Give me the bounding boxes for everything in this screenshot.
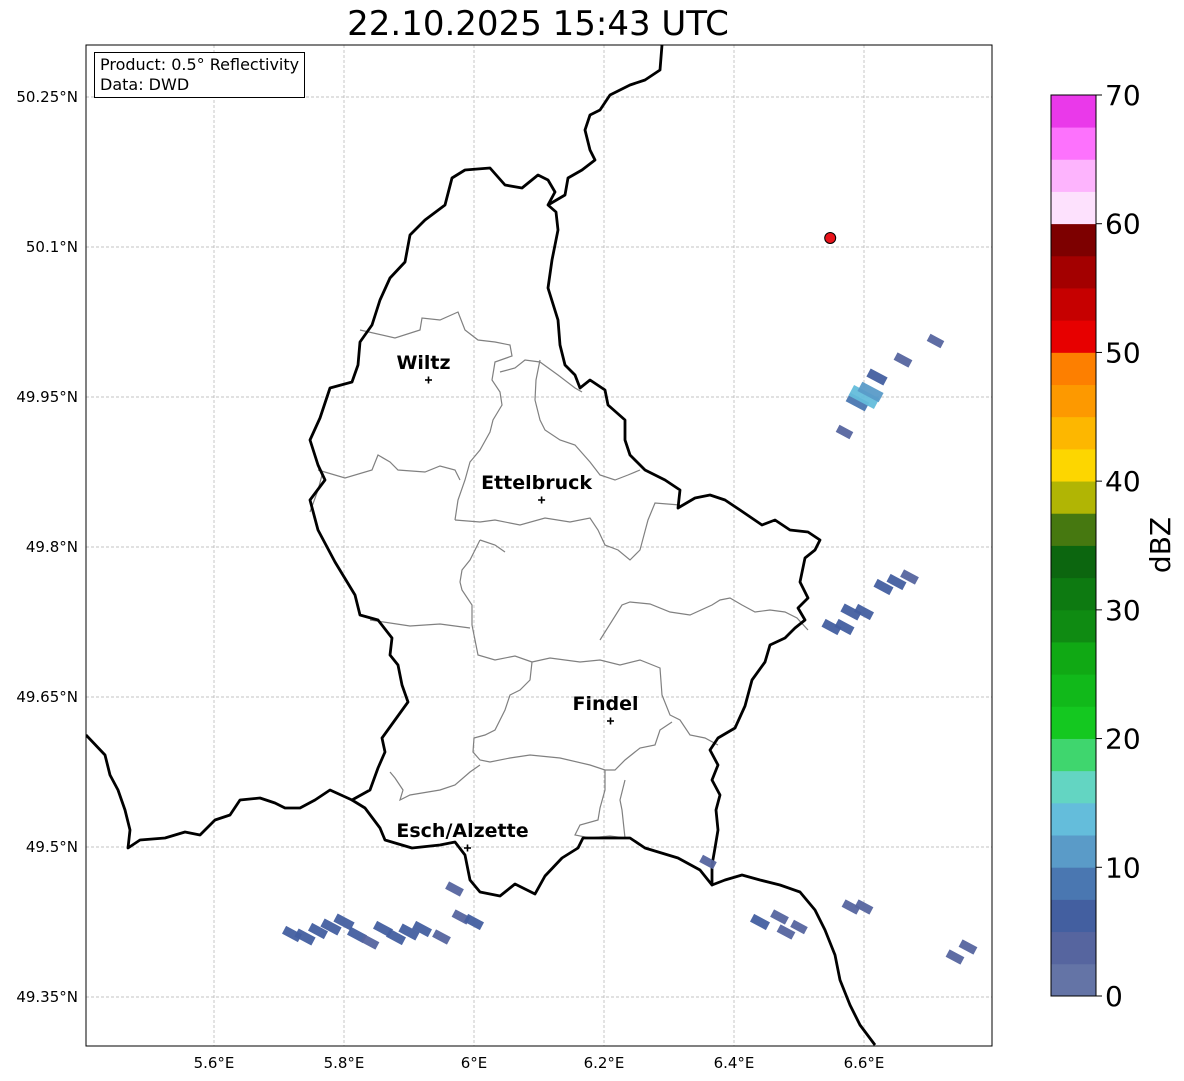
- colorbar-segment: [1051, 738, 1096, 772]
- colorbar-segment: [1051, 416, 1096, 450]
- colorbar-tick-label: 50: [1105, 336, 1141, 369]
- colorbar-tick-label: 40: [1105, 465, 1141, 498]
- colorbar-segment: [1051, 706, 1096, 739]
- product-info-box: Product: 0.5° Reflectivity Data: DWD: [94, 52, 306, 98]
- colorbar-segment: [1051, 674, 1096, 707]
- colorbar-segment: [1051, 95, 1096, 128]
- product-label: Product: 0.5° Reflectivity: [100, 55, 300, 74]
- colorbar-segment: [1051, 255, 1096, 289]
- city-label: Esch/Alzette: [396, 820, 528, 842]
- colorbar-segment: [1051, 770, 1096, 804]
- city-label: Wiltz: [396, 352, 450, 374]
- lat-tick-label: 49.5°N: [26, 838, 78, 856]
- colorbar-segment: [1051, 448, 1096, 482]
- radar-site-marker: [824, 232, 837, 244]
- colorbar-segment: [1051, 963, 1096, 997]
- colorbar-segment: [1051, 223, 1096, 257]
- colorbar-segment: [1051, 481, 1096, 514]
- colorbar-tick-label: 10: [1105, 851, 1141, 884]
- map-area: [86, 45, 992, 1046]
- lat-tick-label: 49.35°N: [16, 988, 78, 1006]
- colorbar-segment: [1051, 577, 1096, 611]
- colorbar-segment: [1051, 384, 1096, 418]
- colorbar: 0 10 20 30 40 50 60 70 dBZ: [1050, 79, 1177, 1013]
- lat-tick-label: 50.1°N: [26, 238, 78, 256]
- lat-tick-label: 49.65°N: [16, 688, 78, 706]
- radar-map: 50.25°N 50.1°N 49.95°N 49.8°N 49.65°N 49.5°N 4…: [16, 44, 1177, 1072]
- colorbar-segment: [1051, 191, 1096, 225]
- lat-tick-label: 50.25°N: [16, 88, 78, 106]
- colorbar-segment: [1051, 609, 1096, 643]
- data-source-label: Data: DWD: [100, 75, 190, 94]
- colorbar-tick-label: 20: [1105, 723, 1141, 756]
- colorbar-segment: [1051, 159, 1096, 192]
- longitude-labels: 5.6°E 5.8°E 6°E 6.2°E 6.4°E 6.6°E: [194, 1054, 885, 1072]
- lon-tick-label: 6°E: [461, 1054, 488, 1072]
- city-label: Findel: [572, 693, 638, 715]
- lon-tick-label: 6.2°E: [584, 1054, 625, 1072]
- colorbar-segment: [1051, 352, 1096, 386]
- colorbar-segment: [1051, 642, 1096, 675]
- lon-tick-label: 6.6°E: [844, 1054, 885, 1072]
- colorbar-segment: [1051, 867, 1096, 900]
- colorbar-segment: [1051, 835, 1096, 868]
- lat-tick-label: 49.8°N: [26, 538, 78, 556]
- colorbar-tick-label: 0: [1105, 980, 1123, 1013]
- colorbar-tick-label: 60: [1105, 208, 1141, 241]
- lon-tick-label: 5.6°E: [194, 1054, 235, 1072]
- colorbar-segment: [1051, 288, 1096, 321]
- colorbar-segment: [1051, 802, 1096, 836]
- lon-tick-label: 5.8°E: [324, 1054, 365, 1072]
- colorbar-tick-label: 70: [1105, 79, 1141, 112]
- latitude-labels: 50.25°N 50.1°N 49.95°N 49.8°N 49.65°N 49.5°N 4…: [16, 88, 78, 1006]
- colorbar-segment: [1051, 320, 1096, 353]
- city-label: Ettelbruck: [481, 472, 592, 494]
- colorbar-segment: [1051, 545, 1096, 579]
- colorbar-segment: [1051, 931, 1096, 965]
- colorbar-segment: [1051, 513, 1096, 546]
- colorbar-title: dBZ: [1144, 517, 1177, 573]
- colorbar-segment: [1051, 127, 1096, 160]
- lat-tick-label: 49.95°N: [16, 388, 78, 406]
- colorbar-segment: [1051, 899, 1096, 933]
- colorbar-tick-label: 30: [1105, 594, 1141, 627]
- lon-tick-label: 6.4°E: [714, 1054, 755, 1072]
